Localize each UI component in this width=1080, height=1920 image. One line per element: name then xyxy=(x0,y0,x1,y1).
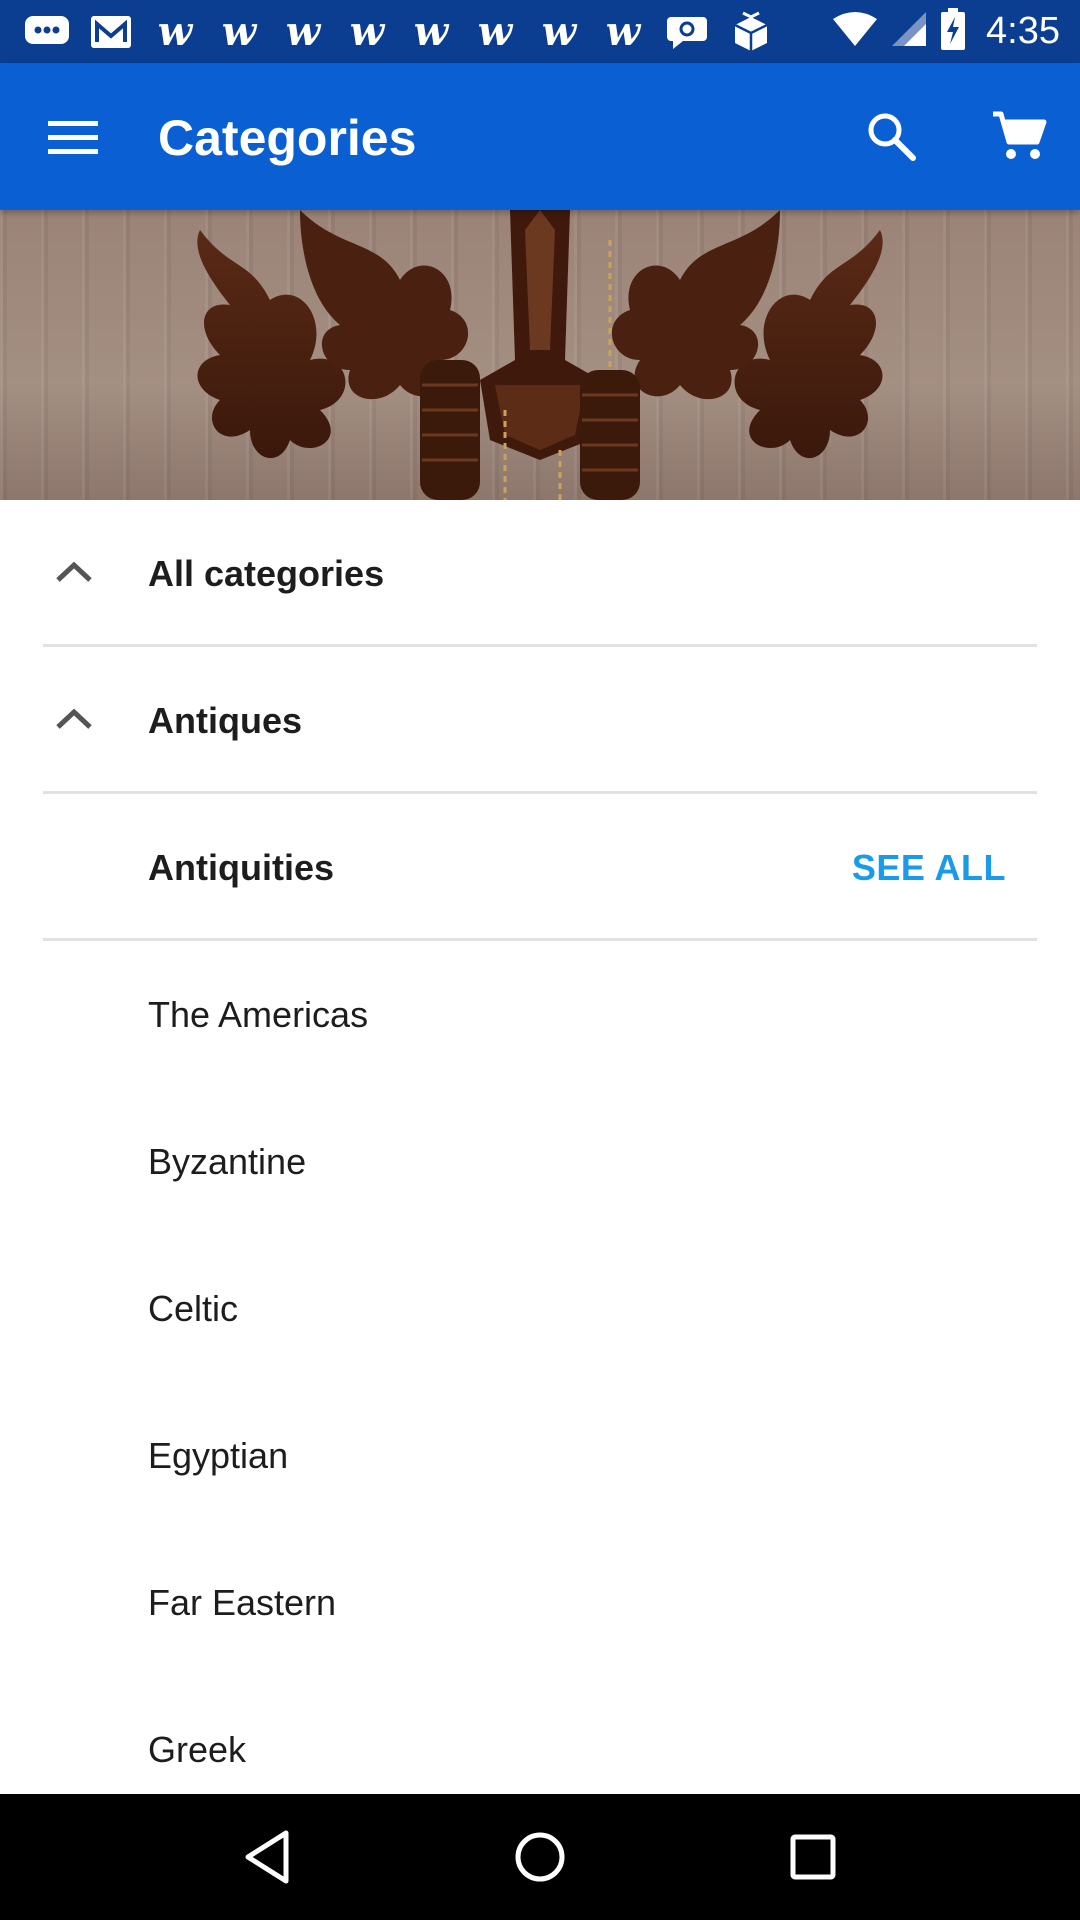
expandable-row-all-categories[interactable]: All categories xyxy=(0,500,1080,647)
menu-icon xyxy=(48,121,98,154)
cart-button[interactable] xyxy=(984,103,1054,169)
box-icon xyxy=(726,11,776,52)
search-button[interactable] xyxy=(858,103,924,169)
page-title: Categories xyxy=(158,110,417,166)
recents-icon xyxy=(790,1834,836,1880)
list-item[interactable]: The Americas xyxy=(0,941,1080,1088)
w-app-icon: w xyxy=(605,7,641,55)
category-list: All categories Antiques Antiquities SEE … xyxy=(0,500,1080,1823)
w-app-icon: w xyxy=(413,7,449,55)
system-status-area: 4:35 xyxy=(832,8,1060,55)
home-icon xyxy=(515,1832,565,1882)
chevron-up-icon xyxy=(56,561,92,582)
cart-icon xyxy=(993,111,1047,159)
row-label: Antiques xyxy=(148,699,303,741)
app-bar: Categories xyxy=(0,63,1080,210)
search-icon xyxy=(868,113,916,161)
notification-area: w w w w w w w w xyxy=(22,7,776,55)
list-item[interactable]: Celtic xyxy=(0,1235,1080,1382)
chevron-up-icon xyxy=(56,708,92,729)
see-all-button[interactable]: SEE ALL xyxy=(852,847,1006,889)
system-nav-bar xyxy=(0,1794,1080,1920)
mail-icon xyxy=(86,12,136,52)
cell-signal-icon xyxy=(890,10,928,53)
home-button[interactable] xyxy=(500,1817,580,1897)
list-item[interactable]: Far Eastern xyxy=(0,1529,1080,1676)
w-app-icon: w xyxy=(477,7,513,55)
list-item-label: Byzantine xyxy=(148,1140,307,1182)
w-app-icon: w xyxy=(157,7,193,55)
speech-bubble-icon xyxy=(662,12,712,52)
expandable-row-antiques[interactable]: Antiques xyxy=(0,647,1080,794)
battery-charging-icon xyxy=(940,8,966,55)
list-item[interactable]: Egyptian xyxy=(0,1382,1080,1529)
wifi-icon xyxy=(832,11,878,52)
chat-bubble-icon xyxy=(22,12,72,52)
list-item-label: Egyptian xyxy=(148,1434,289,1476)
list-item-label: Far Eastern xyxy=(148,1581,337,1623)
list-item-label: Greek xyxy=(148,1728,247,1770)
screen: w w w w w w w w 4:35 Categories All cate… xyxy=(0,0,1080,1920)
section-title: Antiquities xyxy=(148,846,334,888)
status-bar: w w w w w w w w 4:35 xyxy=(0,0,1080,63)
hero-image xyxy=(0,210,1080,500)
list-item[interactable]: Byzantine xyxy=(0,1088,1080,1235)
cuckoo-clock-photo xyxy=(197,210,883,500)
w-app-icon: w xyxy=(541,7,577,55)
status-time: 4:35 xyxy=(986,10,1060,52)
w-app-icon: w xyxy=(221,7,257,55)
back-icon xyxy=(245,1830,289,1884)
row-label: All categories xyxy=(148,552,385,594)
menu-button[interactable] xyxy=(36,105,110,169)
section-row-antiquities: Antiquities SEE ALL xyxy=(0,794,1080,941)
recents-button[interactable] xyxy=(773,1817,853,1897)
back-button[interactable] xyxy=(227,1817,307,1897)
list-item-label: Celtic xyxy=(148,1287,239,1329)
list-item-label: The Americas xyxy=(148,993,369,1035)
w-app-icon: w xyxy=(285,7,321,55)
w-app-icon: w xyxy=(349,7,385,55)
